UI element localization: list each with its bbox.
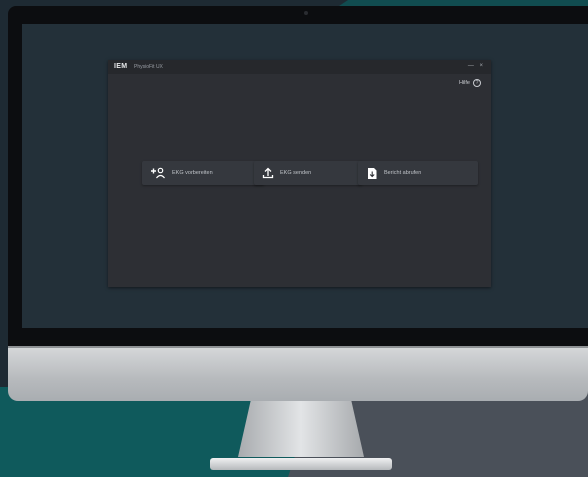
add-person-icon <box>150 167 166 179</box>
help-button[interactable]: Hilfe ? <box>459 79 481 87</box>
fetch-report-button[interactable]: Bericht abrufen <box>358 161 478 185</box>
app-window: IEM PhysioFit UX — × Hilfe ? EKG vorbere… <box>108 60 491 287</box>
window-controls[interactable]: — × <box>468 63 485 69</box>
help-label: Hilfe <box>458 80 470 86</box>
scene: IEM PhysioFit UX — × Hilfe ? EKG vorbere… <box>0 0 588 477</box>
send-ecg-button[interactable]: EKG senden <box>254 161 362 185</box>
app-logo: IEM <box>114 63 128 70</box>
camera-icon <box>304 11 308 15</box>
question-circle-icon: ? <box>473 79 481 87</box>
prepare-ecg-label: EKG vorbereiten <box>172 170 213 176</box>
upload-icon <box>262 167 274 179</box>
monitor-chin-edge <box>8 346 588 348</box>
app-title: PhysioFit UX <box>134 64 163 70</box>
monitor-chin <box>8 346 588 401</box>
document-download-icon <box>366 167 378 180</box>
send-ecg-label: EKG senden <box>280 170 312 176</box>
prepare-ecg-button[interactable]: EKG vorbereiten <box>142 161 264 185</box>
monitor-base <box>210 458 392 470</box>
title-bar: IEM PhysioFit UX — × <box>108 60 491 74</box>
fetch-report-label: Bericht abrufen <box>384 170 422 176</box>
monitor-stand <box>238 401 364 457</box>
